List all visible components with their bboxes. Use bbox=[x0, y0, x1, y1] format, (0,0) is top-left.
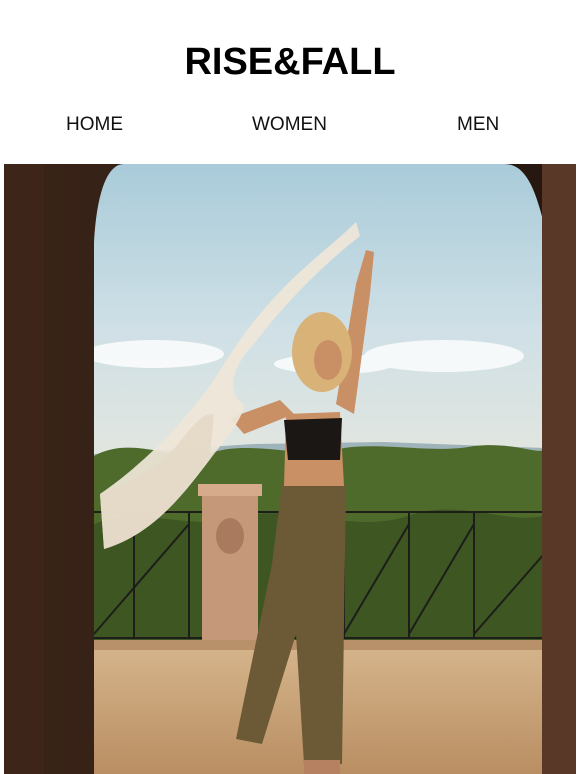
hero-illustration bbox=[4, 164, 576, 774]
email-header: RISE&FALL HOME WOMEN MEN bbox=[0, 0, 580, 162]
hero-image[interactable] bbox=[4, 164, 576, 774]
nav-item-men[interactable]: MEN bbox=[457, 114, 499, 136]
main-nav: HOME WOMEN MEN bbox=[0, 114, 580, 138]
nav-item-women[interactable]: WOMEN bbox=[252, 114, 327, 136]
stone-pillar bbox=[202, 489, 258, 654]
brand-logo[interactable]: RISE&FALL bbox=[0, 42, 580, 82]
nav-item-home[interactable]: HOME bbox=[66, 114, 123, 136]
